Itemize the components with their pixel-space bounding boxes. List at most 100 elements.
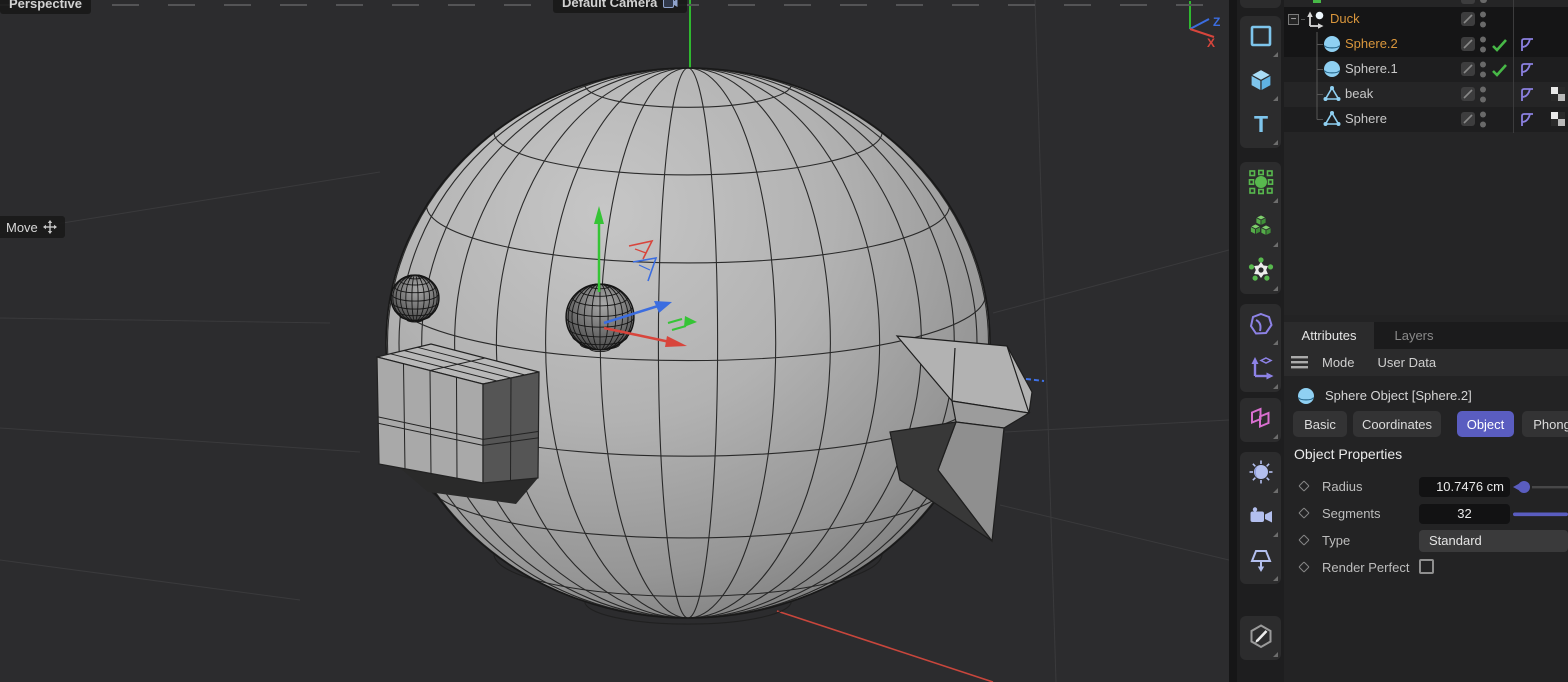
tab-phong[interactable]: Phong	[1522, 411, 1568, 437]
prop-label: Radius	[1322, 479, 1363, 494]
expand-toggle[interactable]: −	[1288, 14, 1299, 25]
om-row-sphere[interactable]: Sphere	[1284, 107, 1568, 132]
phong-tag-icon[interactable]	[1520, 62, 1535, 82]
uvw-tag-icon[interactable]	[1551, 112, 1565, 131]
world-x-axis	[776, 610, 994, 682]
camera-label-text: Default Camera	[562, 0, 658, 10]
tool-group	[1240, 452, 1281, 584]
sphere-object-icon[interactable]	[1323, 35, 1341, 58]
edit-tool-icon	[1248, 623, 1274, 654]
phong-tag-icon[interactable]	[1520, 112, 1535, 132]
move-icon	[42, 220, 57, 234]
prop-row-type: Type Standard	[1284, 528, 1568, 555]
duck-eye-left[interactable]	[390, 274, 440, 323]
camera-menu-label[interactable]: Default Camera	[553, 0, 688, 13]
spline-rectangle-icon	[1248, 23, 1274, 54]
metaball-tool-button[interactable]	[1240, 250, 1281, 294]
axis-z-label: Z	[1213, 15, 1220, 29]
metaball-icon	[1248, 256, 1274, 288]
stage-object-tool-button[interactable]	[1240, 540, 1281, 584]
phong-tag-icon[interactable]	[1520, 87, 1535, 107]
axis-x-label: X	[1207, 36, 1215, 50]
array-generator-icon	[1248, 213, 1274, 244]
sphere-object-icon	[1297, 387, 1315, 404]
layer-chip[interactable]	[1461, 62, 1475, 76]
object-label[interactable]: beak	[1345, 86, 1373, 101]
render-perfect-checkbox[interactable]	[1419, 559, 1434, 574]
menu-icon[interactable]	[1291, 356, 1308, 369]
layer-chip[interactable]	[1461, 37, 1475, 51]
spline-rectangle-tool-button[interactable]	[1240, 16, 1281, 60]
key-diamond-icon[interactable]	[1298, 561, 1310, 573]
tool-group	[1240, 162, 1281, 294]
volume-builder-icon	[1248, 311, 1274, 342]
key-diamond-icon[interactable]	[1298, 534, 1310, 546]
layer-chip[interactable]	[1461, 87, 1475, 101]
key-diamond-icon[interactable]	[1298, 480, 1310, 492]
tab-attributes[interactable]: Attributes	[1284, 322, 1374, 349]
text-object-tool-button[interactable]: T	[1240, 104, 1281, 148]
om-row-beak[interactable]: beak	[1284, 82, 1568, 107]
visibility-dots[interactable]	[1478, 32, 1488, 57]
volume-builder-tool-button[interactable]	[1240, 304, 1281, 348]
subdivision-surface-icon	[1248, 169, 1274, 200]
object-label[interactable]: Sphere.2	[1345, 36, 1398, 51]
segments-input[interactable]: 32	[1419, 504, 1510, 524]
active-tool-tooltip: Move	[0, 216, 65, 238]
radius-slider[interactable]	[1512, 474, 1568, 501]
duck-beak[interactable]	[376, 343, 540, 504]
uvw-tag-icon[interactable]	[1551, 87, 1565, 106]
camera-object-tool-button[interactable]	[1240, 496, 1281, 540]
section-tabs: Basic Coordinates Object Phong	[1284, 411, 1568, 437]
tool-group: T	[1240, 16, 1281, 148]
tool-group	[1240, 304, 1281, 392]
visibility-dots[interactable]	[1478, 7, 1488, 32]
polygon-object-icon[interactable]	[1323, 110, 1341, 133]
cube-primitive-tool-button[interactable]	[1240, 60, 1281, 104]
layer-chip[interactable]	[1461, 12, 1475, 26]
polygon-object-icon[interactable]	[1323, 85, 1341, 108]
prop-row-render-perfect: Render Perfect	[1284, 555, 1568, 582]
subdivision-surface-tool-button[interactable]	[1240, 162, 1281, 206]
svg-text:T: T	[1253, 111, 1267, 137]
edit-tool-tool-button[interactable]	[1240, 616, 1281, 660]
view-menu-label[interactable]: Perspective	[0, 0, 91, 14]
om-column-divider	[1513, 0, 1514, 133]
om-row-sphere.2[interactable]: Sphere.2	[1284, 32, 1568, 57]
view-axis-gizmo[interactable]: Z X	[1189, 1, 1220, 50]
camera-switch-icon	[663, 0, 678, 8]
user-data-menu[interactable]: User Data	[1378, 355, 1437, 370]
type-dropdown[interactable]: Standard	[1419, 530, 1568, 552]
tab-object[interactable]: Object	[1457, 411, 1514, 437]
segments-slider[interactable]	[1512, 501, 1568, 528]
panel-splitter[interactable]	[1229, 0, 1237, 682]
object-label[interactable]: Duck	[1330, 11, 1360, 26]
object-label[interactable]: Sphere.1	[1345, 61, 1398, 76]
om-row-sphere.1[interactable]: Sphere.1	[1284, 57, 1568, 82]
visibility-dots[interactable]	[1478, 107, 1488, 132]
viewport-canvas[interactable]: Z X Perspective Default Camera Move	[0, 0, 1229, 682]
duck-body-sphere[interactable]	[385, 67, 991, 625]
mode-menu[interactable]: Mode	[1322, 355, 1355, 370]
object-label[interactable]: Sphere	[1345, 111, 1387, 126]
mograph-cloner-tool-button[interactable]	[1240, 398, 1281, 442]
enabled-check-icon[interactable]	[1491, 63, 1508, 77]
phong-tag-icon[interactable]	[1520, 37, 1535, 57]
visibility-dots[interactable]	[1478, 57, 1488, 82]
create-palette: T	[1237, 0, 1284, 682]
radius-input[interactable]: 10.7476 cm	[1419, 477, 1510, 497]
enabled-check-icon[interactable]	[1491, 38, 1508, 52]
tab-layers[interactable]: Layers	[1374, 322, 1454, 349]
layer-chip[interactable]	[1461, 112, 1475, 126]
deformer-tool-button[interactable]	[1240, 348, 1281, 392]
sphere-object-icon[interactable]	[1323, 60, 1341, 83]
array-generator-tool-button[interactable]	[1240, 206, 1281, 250]
deformer-icon	[1248, 355, 1274, 386]
visibility-dots[interactable]	[1478, 82, 1488, 107]
environment-object-tool-button[interactable]	[1240, 452, 1281, 496]
tab-basic[interactable]: Basic	[1293, 411, 1347, 437]
tab-coordinates[interactable]: Coordinates	[1353, 411, 1441, 437]
key-diamond-icon[interactable]	[1298, 507, 1310, 519]
clipped-row-fragment	[1480, 0, 1487, 3]
om-row-duck[interactable]: − Duck	[1284, 7, 1568, 32]
